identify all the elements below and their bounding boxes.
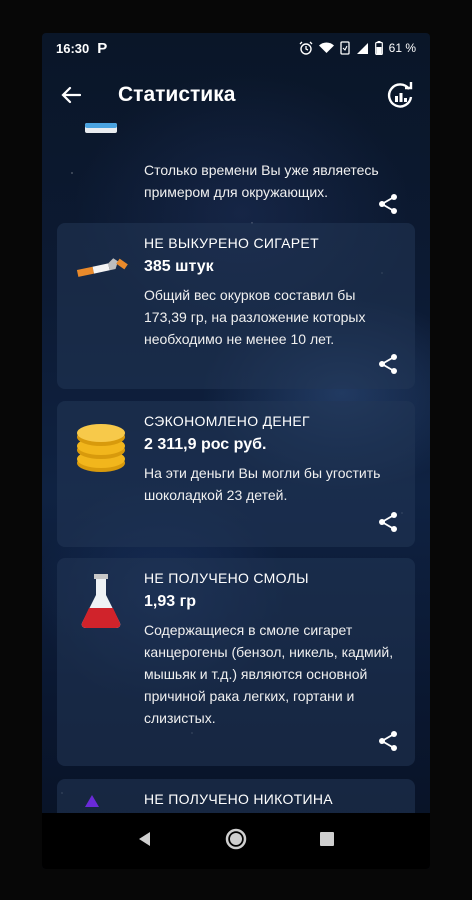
parking-app-icon: P xyxy=(97,39,108,57)
share-icon xyxy=(379,354,397,374)
card-description: На эти деньги Вы могли бы угостить шокол… xyxy=(144,465,381,503)
flask-icon xyxy=(71,572,131,632)
status-icons: 61 % xyxy=(299,41,416,55)
card-heading: НЕ ПОЛУЧЕНО СМОЛЫ xyxy=(144,570,309,586)
wifi-icon xyxy=(318,42,334,53)
badge-icon xyxy=(71,119,131,179)
share-button[interactable] xyxy=(377,730,399,752)
battery-icon xyxy=(374,41,383,55)
circle-home-icon xyxy=(225,828,247,849)
card-description: Столько времени Вы уже являетесь примеро… xyxy=(144,162,379,200)
card-value: 1,93 гр xyxy=(144,593,197,610)
battery-percent: 61 % xyxy=(388,41,416,55)
triangle-back-icon xyxy=(139,831,151,846)
alarm-icon xyxy=(299,41,313,55)
card-heading: СЭКОНОМЛЕНО ДЕНЕГ xyxy=(144,413,310,429)
card-heading: НЕ ПОЛУЧЕНО НИКОТИНА xyxy=(144,791,333,807)
screen-icon xyxy=(339,41,350,55)
stat-card-cigarettes: НЕ ВЫКУРЕНО СИГАРЕТ 385 штук Общий вес о… xyxy=(57,223,415,389)
share-button[interactable] xyxy=(377,353,399,375)
status-bar: 16:30 P 61 % xyxy=(42,33,430,63)
share-button[interactable] xyxy=(377,511,399,533)
stat-card-money: СЭКОНОМЛЕНО ДЕНЕГ 2 311,9 рос руб. На эт… xyxy=(57,401,415,547)
status-time: 16:30 xyxy=(56,40,90,56)
system-nav-bar xyxy=(42,813,430,869)
device-frame: 16:30 P 61 % Статистика Столько времени … xyxy=(0,0,472,900)
card-value: 385 штук xyxy=(144,258,214,275)
app-screen: 16:30 P 61 % Статистика Столько времени … xyxy=(42,33,430,869)
share-icon xyxy=(379,512,397,532)
share-icon xyxy=(379,731,397,751)
square-recents-icon xyxy=(319,831,334,846)
card-description: Содержащиеся в смоле сигарет канцерогены… xyxy=(144,622,394,726)
nav-home-button[interactable] xyxy=(224,827,248,856)
stat-card-tar: НЕ ПОЛУЧЕНО СМОЛЫ 1,93 гр Содержащиеся в… xyxy=(57,558,415,766)
share-button[interactable] xyxy=(377,193,399,215)
card-heading: НЕ ВЫКУРЕНО СИГАРЕТ xyxy=(144,235,319,251)
nav-recents-button[interactable] xyxy=(319,831,335,852)
share-icon xyxy=(379,194,397,214)
signal-icon xyxy=(356,42,368,54)
cigarette-icon xyxy=(71,253,131,313)
nav-back-button[interactable] xyxy=(137,831,153,852)
nicotine-icon xyxy=(71,793,131,813)
stat-card-time: Столько времени Вы уже являетесь примеро… xyxy=(57,65,415,215)
card-description: Общий вес окурков составил бы 173,39 гр,… xyxy=(144,287,366,347)
coins-icon xyxy=(71,417,131,477)
card-value: 2 311,9 рос руб. xyxy=(144,436,267,453)
